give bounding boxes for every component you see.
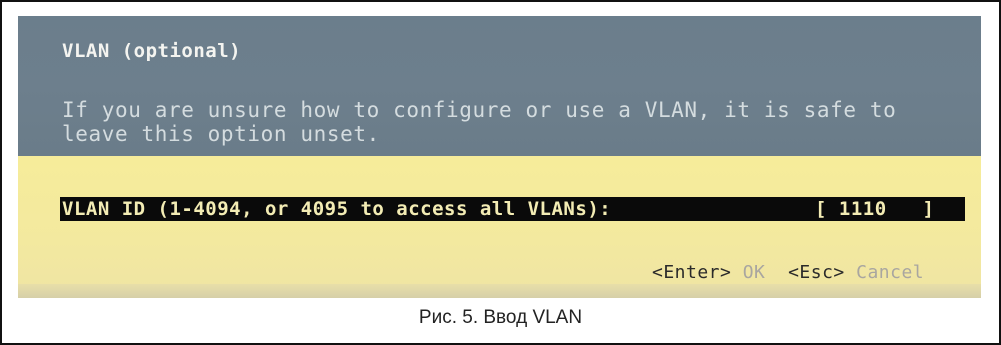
- help-text-line-2: leave this option unset.: [62, 122, 380, 146]
- figure-frame: VLAN (optional) If you are unsure how to…: [0, 0, 1001, 345]
- dialog-actions: <Enter> OK <Esc> Cancel: [652, 262, 924, 283]
- vlan-id-field-row[interactable]: VLAN ID (1-4094, or 4095 to access all V…: [60, 197, 965, 221]
- ok-action[interactable]: OK: [743, 262, 766, 283]
- esc-key-hint[interactable]: <Esc>: [788, 262, 845, 283]
- figure-caption: Рис. 5. Ввод VLAN: [418, 307, 583, 328]
- enter-key-hint[interactable]: <Enter>: [652, 262, 731, 283]
- help-text-line-1: If you are unsure how to configure or us…: [62, 98, 897, 122]
- dialog-title: VLAN (optional): [62, 40, 242, 62]
- console-screenshot: VLAN (optional) If you are unsure how to…: [18, 16, 981, 298]
- dialog-header-panel: VLAN (optional) If you are unsure how to…: [18, 16, 981, 156]
- dialog-bottom-edge: [18, 284, 981, 298]
- vlan-id-label: VLAN ID (1-4094, or 4095 to access all V…: [62, 198, 612, 220]
- vlan-id-input[interactable]: [ 1110 ]: [815, 197, 934, 221]
- cancel-action[interactable]: Cancel: [856, 262, 924, 283]
